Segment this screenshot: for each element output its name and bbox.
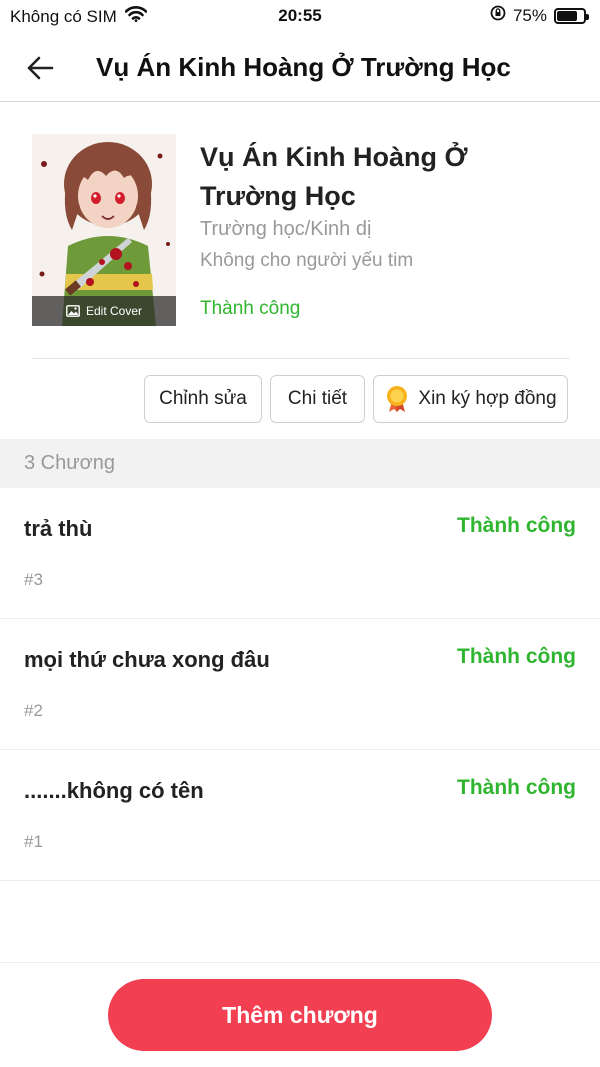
battery-icon bbox=[554, 7, 589, 24]
chapter-number: #3 bbox=[24, 570, 43, 589]
book-genre: Trường học/Kinh dị bbox=[200, 218, 372, 240]
arrow-left-icon bbox=[27, 56, 54, 80]
chapter-number: #2 bbox=[24, 701, 43, 720]
book-warning: Không cho người yếu tim bbox=[200, 250, 414, 271]
battery-fill bbox=[557, 10, 577, 21]
edit-cover-button[interactable]: Edit Cover bbox=[32, 296, 176, 326]
contract-button[interactable]: Xin ký hợp đồng bbox=[373, 375, 568, 423]
book-status: Thành công bbox=[200, 298, 301, 319]
nav-bar: Vụ Án Kinh Hoàng Ở Trường Học bbox=[0, 34, 600, 102]
page-title: Vụ Án Kinh Hoàng Ở Trường Học bbox=[96, 52, 511, 82]
chapter-number: #1 bbox=[24, 832, 43, 851]
edit-button-label: Chỉnh sửa bbox=[159, 388, 247, 409]
contract-button-label: Xin ký hợp đồng bbox=[418, 388, 557, 409]
status-right: 75% bbox=[490, 5, 589, 26]
chapter-row[interactable]: mọi thứ chưa xong đâu Thành công #2 bbox=[0, 619, 600, 750]
chapter-status: Thành công bbox=[457, 776, 576, 799]
chapter-count: 3 Chương bbox=[24, 452, 115, 474]
book-cover[interactable]: Edit Cover bbox=[32, 134, 176, 326]
status-bar: Không có SIM 20:55 75% bbox=[0, 0, 600, 34]
chapter-row[interactable]: .......không có tên Thành công #1 bbox=[0, 750, 600, 881]
add-chapter-button[interactable]: Thêm chương bbox=[108, 979, 492, 1051]
divider bbox=[32, 358, 570, 359]
chapter-status: Thành công bbox=[457, 645, 576, 668]
image-icon bbox=[66, 305, 80, 317]
chapter-title: trả thù bbox=[24, 516, 93, 541]
orientation-lock-icon bbox=[490, 5, 506, 26]
chapter-status: Thành công bbox=[457, 514, 576, 537]
chapter-row[interactable]: trả thù Thành công #3 bbox=[0, 488, 600, 619]
chapter-count-bar: 3 Chương bbox=[0, 439, 600, 488]
award-badge-icon bbox=[387, 386, 408, 412]
back-button[interactable] bbox=[20, 48, 60, 88]
bottom-divider bbox=[0, 962, 600, 963]
details-button-label: Chi tiết bbox=[287, 388, 348, 409]
edit-button[interactable]: Chỉnh sửa bbox=[144, 375, 262, 423]
chapter-title: mọi thứ chưa xong đâu bbox=[24, 647, 270, 672]
chapter-title: .......không có tên bbox=[24, 778, 204, 803]
battery-percent: 75% bbox=[512, 5, 547, 25]
book-title: Vụ Án Kinh Hoàng Ở Trường Học bbox=[200, 142, 468, 211]
edit-cover-label: Edit Cover bbox=[85, 304, 143, 318]
details-button[interactable]: Chi tiết bbox=[270, 375, 365, 423]
